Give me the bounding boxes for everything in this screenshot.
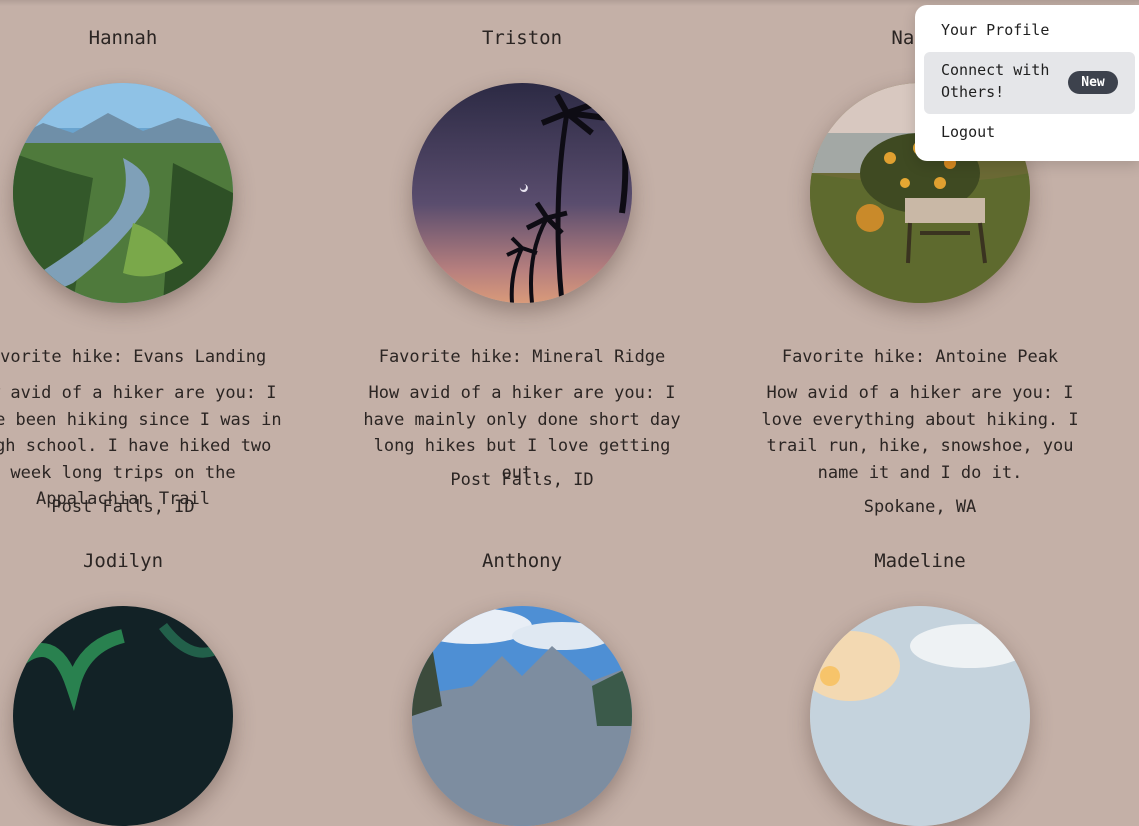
profile-card: Hannah Favorite hike: Evans Landing How … xyxy=(0,0,323,540)
favorite-hike: Favorite hike: Mineral Ridge xyxy=(378,347,666,367)
new-badge: New xyxy=(1068,71,1118,94)
favorite-hike: Favorite hike: Antoine Peak xyxy=(781,347,1059,367)
connect-with-others-label[interactable]: Connect with Others! xyxy=(941,59,1061,103)
profile-photo[interactable] xyxy=(810,606,1030,826)
favorite-hike: Favorite hike: Evans Landing xyxy=(0,347,267,367)
profile-dropdown-menu: Your Profile Connect with Others! New Lo… xyxy=(915,5,1139,161)
profile-name: Anthony xyxy=(481,550,563,572)
profile-name: Triston xyxy=(481,27,563,49)
aurora-photo-icon xyxy=(13,606,233,826)
palm-trees-sunset-photo-icon xyxy=(412,83,632,303)
profile-bio: How avid of a hiker are you: I have been… xyxy=(0,383,282,509)
profile-name: Hannah xyxy=(88,27,158,49)
profile-photo[interactable] xyxy=(412,83,632,303)
profile-location: Post Falls, ID xyxy=(450,470,594,490)
profile-location: Spokane, WA xyxy=(863,497,977,517)
profile-photo[interactable] xyxy=(13,83,233,303)
profile-card: Madeline xyxy=(720,523,1120,826)
mountain-forest-photo-icon xyxy=(412,606,632,826)
profile-name: Madeline xyxy=(874,550,966,572)
logout-link[interactable]: Logout xyxy=(941,121,995,143)
profile-location: Post Falls, ID xyxy=(51,497,195,517)
profile-name: Jodilyn xyxy=(82,550,164,572)
profile-photo[interactable] xyxy=(412,606,632,826)
river-valley-photo-icon xyxy=(13,83,233,303)
profile-bio: How avid of a hiker are you: I love ever… xyxy=(761,383,1079,483)
profile-card: Jodilyn xyxy=(0,523,323,826)
profile-card: Triston Favorite hike: Mineral Ridge How xyxy=(322,0,722,540)
sunset-clouds-photo-icon xyxy=(810,606,1030,826)
profile-photo[interactable] xyxy=(13,606,233,826)
your-profile-link[interactable]: Your Profile xyxy=(941,19,1049,41)
profile-card: Anthony xyxy=(322,523,722,826)
